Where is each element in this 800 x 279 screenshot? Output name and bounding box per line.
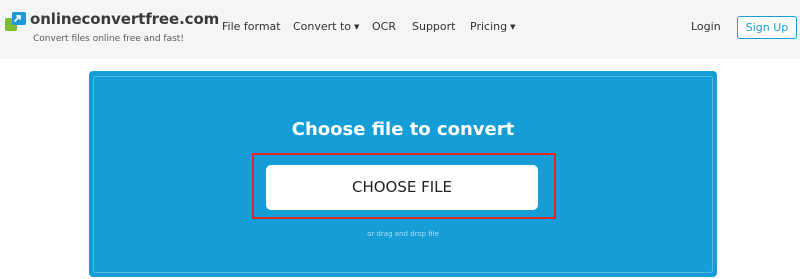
choose-file-button[interactable]: CHOOSE FILE xyxy=(266,165,538,210)
chevron-down-icon: ▼ xyxy=(510,23,516,31)
chevron-down-icon: ▼ xyxy=(354,23,360,31)
signup-button[interactable]: Sign Up xyxy=(737,16,797,39)
brand-tagline: Convert files online free and fast! xyxy=(33,34,184,44)
drag-drop-hint: or drag and drop file xyxy=(367,230,439,238)
nav-ocr[interactable]: OCR xyxy=(372,20,396,33)
nav-convert-to[interactable]: Convert to ▼ xyxy=(293,20,359,33)
logo-icon[interactable] xyxy=(5,12,26,31)
brand-name[interactable]: onlineconvertfree.com xyxy=(30,10,219,28)
upload-panel[interactable]: Choose file to convert CHOOSE FILE or dr… xyxy=(89,71,717,277)
site-header: onlineconvertfree.com Convert files onli… xyxy=(0,0,800,59)
login-link[interactable]: Login xyxy=(691,20,721,33)
nav-pricing[interactable]: Pricing ▼ xyxy=(470,20,515,33)
upload-title: Choose file to convert xyxy=(291,119,515,140)
nav-label: Support xyxy=(412,20,456,33)
nav-file-format[interactable]: File format xyxy=(222,20,281,33)
nav-support[interactable]: Support xyxy=(412,20,455,33)
nav-label: OCR xyxy=(372,20,396,33)
nav-label: Pricing xyxy=(470,20,508,33)
nav-label: Convert to xyxy=(293,20,352,33)
nav-label: File format xyxy=(222,20,281,33)
